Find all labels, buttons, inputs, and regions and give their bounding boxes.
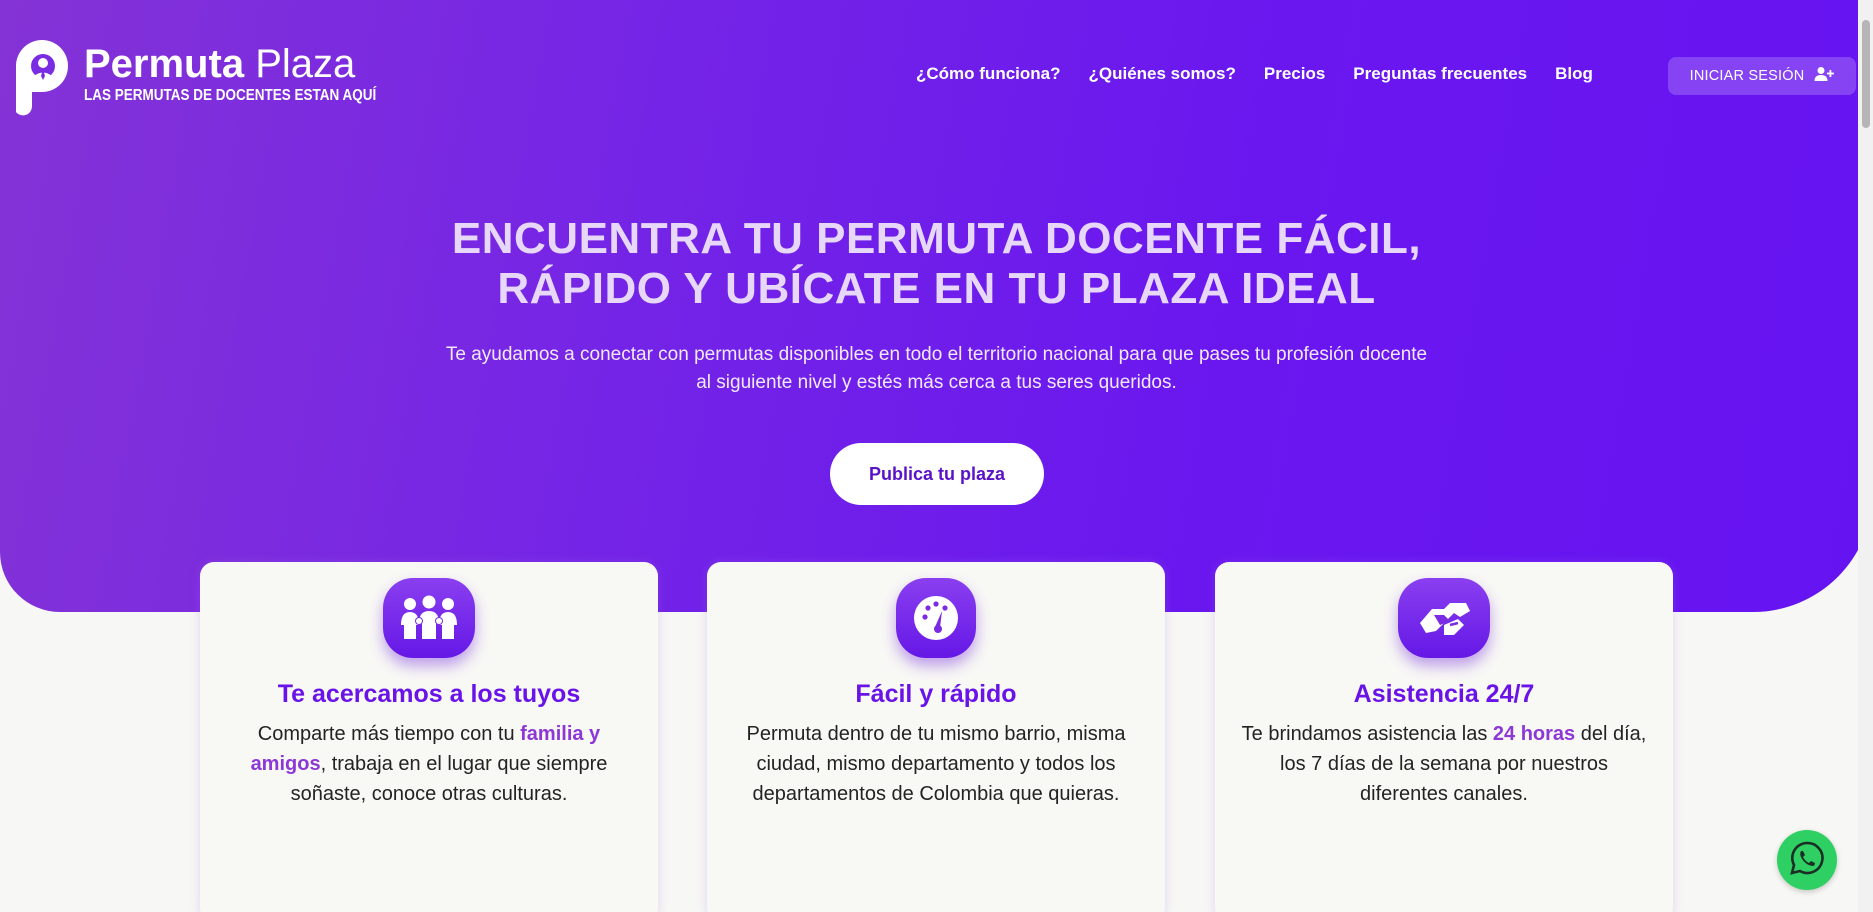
login-label: INICIAR SESIÓN xyxy=(1689,68,1805,84)
logo-title: Permuta Plaza xyxy=(84,44,376,84)
whatsapp-button[interactable] xyxy=(1777,830,1837,890)
card-title: Fácil y rápido xyxy=(855,680,1017,708)
card-title: Asistencia 24/7 xyxy=(1353,680,1535,708)
card-text: Permuta dentro de tu mismo barrio, misma… xyxy=(746,723,1126,805)
whatsapp-icon xyxy=(1789,840,1825,881)
user-plus-icon xyxy=(1814,66,1835,86)
hero-title-line1: ENCUENTRA TU PERMUTA DOCENTE FÁCIL, xyxy=(451,214,1422,263)
feature-card-fast: Fácil y rápido Permuta dentro de tu mism… xyxy=(707,562,1165,912)
logo-bold: Permuta xyxy=(84,42,245,86)
family-icon xyxy=(383,578,475,658)
logo-mark-icon xyxy=(10,36,76,117)
handshake-icon xyxy=(1398,578,1490,658)
nav-como-funciona[interactable]: ¿Cómo funciona? xyxy=(916,64,1060,84)
card-text-part: Comparte más tiempo con tu xyxy=(257,723,521,745)
speedometer-icon xyxy=(896,578,976,658)
card-text-part: Te brindamos asistencia las xyxy=(1241,723,1493,745)
login-button[interactable]: INICIAR SESIÓN xyxy=(1668,57,1856,95)
nav-blog[interactable]: Blog xyxy=(1555,64,1593,84)
card-text: Comparte más tiempo con tu familia y ami… xyxy=(220,719,638,809)
nav-quienes-somos[interactable]: ¿Quiénes somos? xyxy=(1088,64,1235,84)
feature-card-family: Te acercamos a los tuyos Comparte más ti… xyxy=(200,562,658,912)
card-text-part: , trabaja en el lugar que siempre soñast… xyxy=(290,753,608,805)
hero-title: ENCUENTRA TU PERMUTA DOCENTE FÁCIL, RÁPI… xyxy=(0,214,1873,314)
logo-light: Plaza xyxy=(255,42,356,86)
nav-preguntas-frecuentes[interactable]: Preguntas frecuentes xyxy=(1353,64,1527,84)
card-text-highlight: 24 horas xyxy=(1492,723,1576,745)
card-title: Te acercamos a los tuyos xyxy=(277,680,581,708)
nav-precios[interactable]: Precios xyxy=(1264,64,1325,84)
scrollbar-thumb[interactable] xyxy=(1862,20,1870,128)
main-nav: ¿Cómo funciona? ¿Quiénes somos? Precios … xyxy=(916,64,1593,84)
feature-card-support: Asistencia 24/7 Te brindamos asistencia … xyxy=(1215,562,1673,912)
hero-subtitle-line1: Te ayudamos a conectar con permutas disp… xyxy=(445,344,1428,365)
publish-plaza-button[interactable]: Publica tu plaza xyxy=(830,443,1044,505)
card-text: Te brindamos asistencia las 24 horas del… xyxy=(1235,719,1653,809)
logo-tagline: LAS PERMUTAS DE DOCENTES ESTAN AQUÍ xyxy=(84,86,377,104)
hero-title-line2: RÁPIDO Y UBÍCATE EN TU PLAZA IDEAL xyxy=(497,264,1376,313)
hero-subtitle-line2: al siguiente nivel y estés más cerca a t… xyxy=(696,372,1177,393)
logo[interactable]: Permuta Plaza LAS PERMUTAS DE DOCENTES E… xyxy=(10,36,376,117)
page-scrollbar[interactable] xyxy=(1858,0,1873,912)
hero-subtitle: Te ayudamos a conectar con permutas disp… xyxy=(0,341,1873,397)
